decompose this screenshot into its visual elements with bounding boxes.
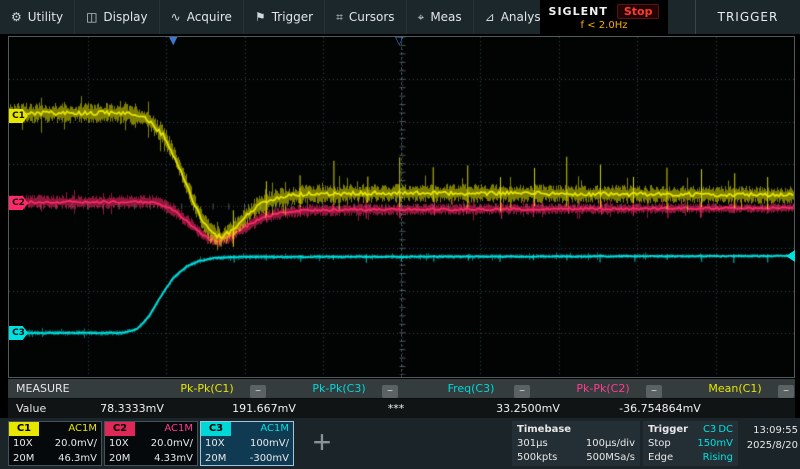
channel-scale: 20.0mV/	[151, 438, 193, 449]
menu-item-trigger[interactable]: ⚑ Trigger	[244, 0, 325, 34]
trigger-flag-icon: ⚑	[255, 10, 266, 24]
menu-item-meas[interactable]: ⌖ Meas	[407, 0, 474, 34]
remove-measure-button[interactable]: −	[514, 385, 530, 398]
channel-coupling: AC1M	[39, 422, 101, 436]
measure-col-pkpk-c1: Pk-Pk(C1) −	[141, 382, 273, 395]
waveform-display[interactable]: C1 C2 C3	[8, 36, 795, 378]
measure-label: Pk-Pk(C3)	[312, 382, 365, 395]
channel-bandwidth: 20M	[109, 453, 130, 464]
measure-title: MEASURE	[8, 382, 141, 395]
channel-probe: 10X	[13, 438, 33, 449]
channel-bandwidth: 20M	[13, 453, 34, 464]
cursors-icon: ⌗	[336, 10, 343, 25]
trigger-slope: Rising	[703, 452, 733, 463]
acquire-icon: ∿	[171, 10, 181, 24]
menu-label-meas: Meas	[430, 10, 461, 24]
channel-coupling: AC1M	[231, 422, 293, 436]
trigger-status: Stop	[648, 438, 671, 449]
remove-measure-button[interactable]: −	[778, 385, 794, 398]
timebase-title: Timebase	[517, 424, 571, 435]
plus-icon: +	[313, 424, 332, 460]
remove-measure-button[interactable]: −	[646, 385, 662, 398]
clock-date: 2025/8/20	[740, 438, 798, 453]
menu-label-trigger: Trigger	[272, 10, 313, 24]
timebase-scale: 100µs/div	[586, 438, 635, 449]
timebase-samplerate: 500MSa/s	[586, 452, 635, 463]
clock-time: 13:09:55	[740, 423, 798, 438]
measure-col-mean-c1: Mean(C1) −	[669, 382, 800, 395]
trigger-level-marker[interactable]	[786, 250, 795, 262]
channel-offset: -300mV	[250, 453, 289, 464]
trigger-source: C3	[703, 424, 716, 435]
measure-value: 33.2500mV	[462, 402, 594, 415]
analysis-icon: ⊿	[485, 10, 495, 24]
menu-label-display: Display	[103, 10, 147, 24]
measure-label: Pk-Pk(C2)	[576, 382, 629, 395]
menu-label-cursors: Cursors	[349, 10, 395, 24]
remove-measure-button[interactable]: −	[382, 385, 398, 398]
channel-box-c1[interactable]: C1 AC1M 10X 20.0mV/ 20M 46.3mV	[8, 421, 102, 466]
menu-item-cursors[interactable]: ⌗ Cursors	[325, 0, 406, 34]
utility-icon: ⚙	[11, 10, 22, 24]
brand-logo: SIGLENT	[549, 5, 608, 18]
add-channel-button[interactable]: +	[300, 423, 344, 461]
measure-value: ***	[330, 402, 462, 415]
channel-coupling: AC1M	[135, 422, 197, 436]
channel-offset: 4.33mV	[154, 453, 193, 464]
trigger-delay-marker[interactable]	[395, 35, 403, 46]
menu-label-utility: Utility	[28, 10, 63, 24]
timebase-delay: 301µs	[517, 438, 548, 449]
channel-id-badge: C3	[201, 422, 231, 436]
channel-id-badge: C1	[9, 422, 39, 436]
brand-block: SIGLENT Stop f < 2.0Hz	[540, 0, 668, 34]
measure-panel: MEASURE Pk-Pk(C1) − Pk-Pk(C3) − Freq(C3)…	[8, 379, 795, 418]
measure-value: 78.3333mV	[66, 402, 198, 415]
measure-icon: ⌖	[418, 10, 425, 25]
measure-col-freq-c3: Freq(C3) −	[405, 382, 537, 395]
measure-col-pkpk-c3: Pk-Pk(C3) −	[273, 382, 405, 395]
side-panel-title: TRIGGER	[695, 0, 800, 34]
trigger-delay-line	[401, 37, 402, 377]
menu-item-utility[interactable]: ⚙ Utility	[0, 0, 75, 34]
measure-col-pkpk-c2: Pk-Pk(C2) −	[537, 382, 669, 395]
measure-label: Pk-Pk(C1)	[180, 382, 233, 395]
trigger-title: Trigger	[648, 424, 688, 435]
channel-bandwidth: 20M	[205, 453, 226, 464]
remove-measure-button[interactable]: −	[250, 385, 266, 398]
menu-label-acquire: Acquire	[187, 10, 232, 24]
channel-id-badge: C2	[105, 422, 135, 436]
trigger-frequency-readout: f < 2.0Hz	[581, 20, 628, 31]
measure-value: 191.667mV	[198, 402, 330, 415]
measure-label: Mean(C1)	[708, 382, 761, 395]
trigger-position-marker[interactable]	[169, 35, 177, 46]
channel-box-c3[interactable]: C3 AC1M 10X 100mV/ 20M -300mV	[200, 421, 294, 466]
channel-scale: 20.0mV/	[55, 438, 97, 449]
menu-item-acquire[interactable]: ∿ Acquire	[160, 0, 244, 34]
channel-probe: 10X	[109, 438, 129, 449]
channel-scale: 100mV/	[250, 438, 289, 449]
timebase-box[interactable]: Timebase 301µs 100µs/div 500kpts 500MSa/…	[512, 421, 640, 466]
clock: 13:09:55 2025/8/20	[740, 423, 798, 453]
measure-value-row: Value 78.3333mV 191.667mV *** 33.2500mV …	[8, 399, 795, 418]
menu-bar: ⚙ Utility ◫ Display ∿ Acquire ⚑ Trigger …	[0, 0, 800, 34]
measure-header-row: MEASURE Pk-Pk(C1) − Pk-Pk(C3) − Freq(C3)…	[8, 379, 795, 399]
trigger-type: Edge	[648, 452, 673, 463]
channel-box-c2[interactable]: C2 AC1M 10X 20.0mV/ 20M 4.33mV	[104, 421, 198, 466]
acquisition-status-badge[interactable]: Stop	[617, 4, 660, 19]
channel-offset: 46.3mV	[58, 453, 97, 464]
timebase-points: 500kpts	[517, 452, 557, 463]
channel-probe: 10X	[205, 438, 225, 449]
status-bar: C1 AC1M 10X 20.0mV/ 20M 46.3mV C2 AC1M 1…	[0, 418, 800, 469]
display-icon: ◫	[86, 10, 97, 24]
trigger-coupling: DC	[718, 424, 733, 435]
measure-value: -36.754864mV	[594, 402, 726, 415]
trigger-level-value: 150mV	[697, 438, 733, 449]
measure-label: Freq(C3)	[448, 382, 495, 395]
trigger-box[interactable]: Trigger C3 DC Stop 150mV Edge Rising	[643, 421, 738, 466]
menu-item-display[interactable]: ◫ Display	[75, 0, 160, 34]
